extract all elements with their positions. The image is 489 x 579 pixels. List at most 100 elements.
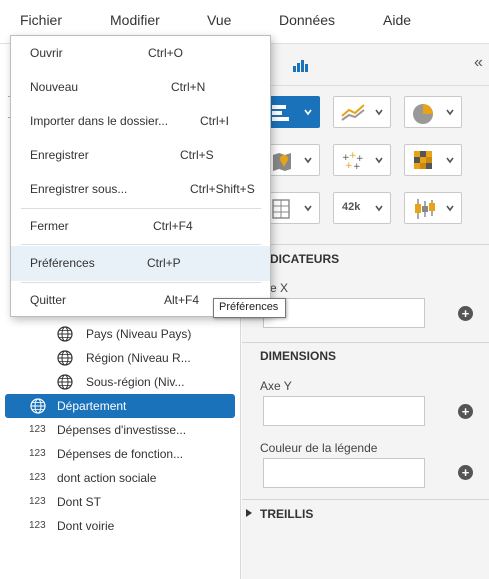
menu-item-shortcut: Ctrl+S	[180, 148, 214, 162]
divider	[242, 499, 489, 500]
axis-x-label: e X	[270, 281, 289, 295]
kpi-type-button[interactable]: 42k	[333, 192, 391, 224]
add-axis-x-button[interactable]: +	[458, 306, 473, 321]
boxplot-type-button[interactable]	[404, 192, 462, 224]
heatmap-icon	[414, 151, 432, 169]
chevron-down-icon	[446, 109, 454, 116]
bar-chart-icon	[272, 105, 289, 121]
svg-text:+: +	[345, 161, 353, 171]
menu-vue[interactable]: Vue	[207, 12, 231, 28]
divider	[242, 244, 489, 245]
menu-fichier[interactable]: Fichier	[20, 12, 62, 28]
pie-chart-type-button[interactable]	[404, 96, 462, 128]
field-item[interactable]: 123 Dépenses de fonction...	[0, 442, 241, 466]
file-menu-dropdown: Ouvrir Ctrl+O Nouveau Ctrl+N Importer da…	[10, 35, 271, 317]
field-item[interactable]: 123 Dépenses d'investisse...	[0, 418, 241, 442]
divider	[242, 342, 489, 343]
field-label: Département	[57, 399, 127, 413]
menu-item-shortcut: Ctrl+F4	[153, 219, 193, 233]
table-icon	[272, 199, 290, 219]
add-legend-color-button[interactable]: +	[458, 465, 473, 480]
field-label: Dépenses d'investisse...	[57, 423, 187, 437]
scatter-plot-icon: + + ++ +	[342, 151, 364, 172]
chevron-down-icon	[375, 109, 383, 116]
menu-item-nouveau[interactable]: Nouveau Ctrl+N	[11, 70, 270, 104]
collapse-panel-icon[interactable]: «	[474, 54, 483, 72]
chevron-down-icon	[375, 157, 383, 164]
globe-icon	[57, 350, 73, 366]
heatmap-type-button[interactable]	[404, 144, 462, 176]
field-item[interactable]: 123 dont action sociale	[0, 466, 241, 490]
chart-toolbar: «	[242, 44, 489, 86]
field-item-selected[interactable]: Département	[5, 394, 235, 418]
menu-item-label: Ouvrir	[30, 46, 63, 60]
menu-item-label: Enregistrer sous...	[30, 182, 128, 196]
kpi-icon: 42k	[342, 201, 361, 213]
menu-item-shortcut: Ctrl+I	[200, 114, 230, 128]
legend-color-label: Couleur de la légende	[260, 441, 378, 455]
menu-item-label: Préférences	[30, 256, 95, 270]
field-label: Région (Niveau R...	[86, 351, 191, 365]
globe-icon	[30, 398, 46, 414]
numeric-type-icon: 123	[29, 496, 46, 507]
field-label: Dont voirie	[57, 519, 115, 533]
indicators-section-title: DICATEURS	[270, 252, 340, 266]
boxplot-icon	[415, 199, 435, 219]
scatter-chart-type-button[interactable]: + + + + +	[333, 144, 391, 176]
menu-item-fermer[interactable]: Fermer Ctrl+F4	[11, 209, 270, 243]
menu-item-shortcut: Ctrl+P	[147, 256, 181, 270]
menu-item-preferences[interactable]: Préférences Ctrl+P	[11, 246, 270, 281]
field-item[interactable]: 123 Dont ST	[0, 490, 241, 514]
menu-item-shortcut: Ctrl+O	[148, 46, 184, 60]
expand-triangle-icon[interactable]	[246, 509, 252, 517]
menu-aide[interactable]: Aide	[383, 12, 411, 28]
map-pin-icon	[273, 153, 291, 171]
menu-donnees[interactable]: Données	[279, 12, 335, 28]
chevron-down-icon	[446, 157, 454, 164]
field-item[interactable]: Sous-région (Niv...	[0, 370, 241, 394]
dimensions-section-title: DIMENSIONS	[260, 349, 337, 363]
menu-item-enregistrer[interactable]: Enregistrer Ctrl+S	[11, 138, 270, 172]
tooltip: Préférences	[213, 298, 286, 318]
menu-item-label: Nouveau	[30, 80, 79, 94]
menu-item-label: Enregistrer	[30, 148, 89, 162]
field-label: Dont ST	[57, 495, 102, 509]
axis-y-dropzone[interactable]	[263, 396, 425, 426]
field-item[interactable]: Région (Niveau R...	[0, 346, 241, 370]
menu-item-enregistrer-sous[interactable]: Enregistrer sous... Ctrl+Shift+S	[11, 172, 270, 206]
numeric-type-icon: 123	[29, 424, 46, 435]
chevron-down-icon	[304, 157, 312, 164]
field-label: dont action sociale	[57, 471, 157, 485]
menu-item-label: Quitter	[30, 293, 67, 307]
numeric-type-icon: 123	[29, 520, 46, 531]
menu-item-ouvrir[interactable]: Ouvrir Ctrl+O	[11, 36, 270, 70]
globe-icon	[57, 326, 73, 342]
bar-chart-tab-icon[interactable]	[292, 58, 310, 72]
line-chart-type-button[interactable]	[333, 96, 391, 128]
chevron-down-icon	[446, 205, 454, 212]
numeric-type-icon: 123	[29, 472, 46, 483]
chevron-down-icon	[304, 109, 312, 116]
axis-y-label: Axe Y	[260, 379, 292, 393]
field-item[interactable]: 123 Dont voirie	[0, 514, 241, 538]
chevron-down-icon	[304, 205, 312, 212]
menu-item-shortcut: Ctrl+Shift+S	[190, 182, 255, 196]
add-axis-y-button[interactable]: +	[458, 404, 473, 419]
field-label: Pays (Niveau Pays)	[86, 327, 192, 341]
field-label: Sous-région (Niv...	[86, 375, 185, 389]
menu-item-shortcut: Ctrl+N	[171, 80, 206, 94]
svg-text:+: +	[353, 162, 361, 172]
field-label: Dépenses de fonction...	[57, 447, 184, 461]
axis-x-dropzone[interactable]	[263, 298, 425, 328]
chevron-down-icon	[375, 205, 383, 212]
globe-icon	[57, 374, 73, 390]
line-chart-icon	[341, 104, 365, 121]
treillis-section-title[interactable]: TREILLIS	[260, 507, 313, 521]
menu-item-importer[interactable]: Importer dans le dossier... Ctrl+I	[11, 104, 270, 138]
field-item[interactable]: Pays (Niveau Pays)	[0, 322, 241, 346]
menu-item-label: Fermer	[30, 219, 69, 233]
menu-modifier[interactable]: Modifier	[110, 12, 160, 28]
numeric-type-icon: 123	[29, 448, 46, 459]
menu-item-label: Importer dans le dossier...	[30, 114, 169, 128]
legend-color-dropzone[interactable]	[263, 458, 425, 488]
